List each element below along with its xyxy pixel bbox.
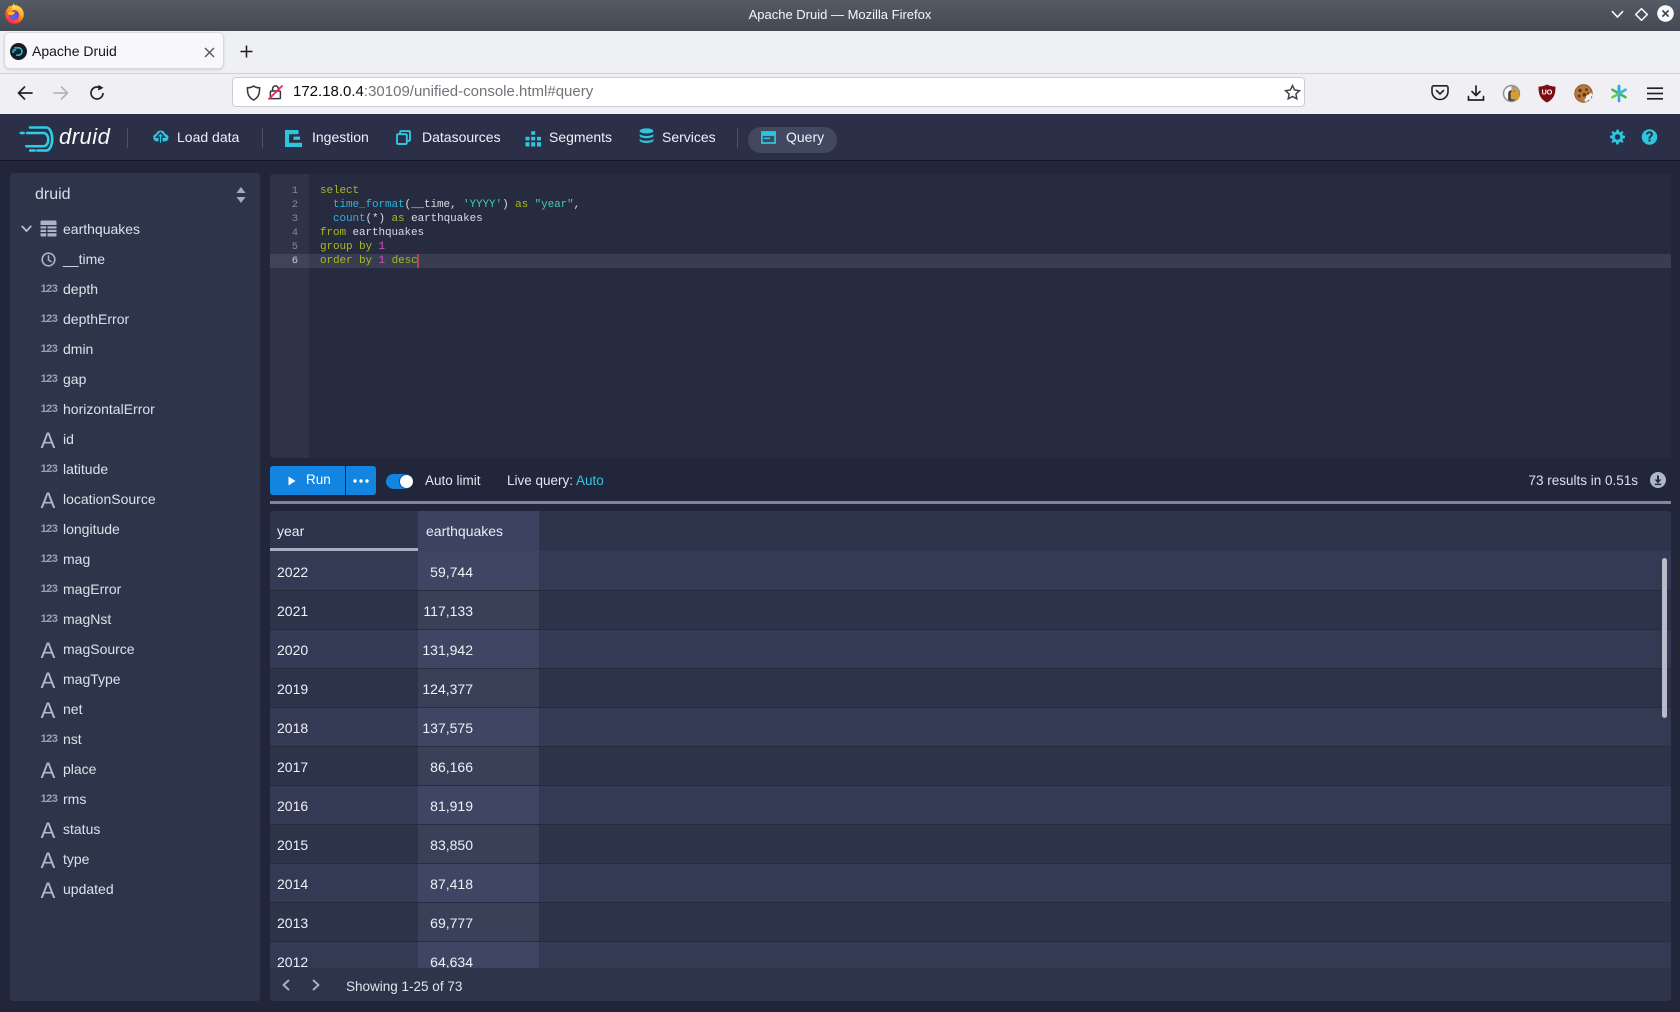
svg-text:UO: UO: [1542, 88, 1553, 97]
